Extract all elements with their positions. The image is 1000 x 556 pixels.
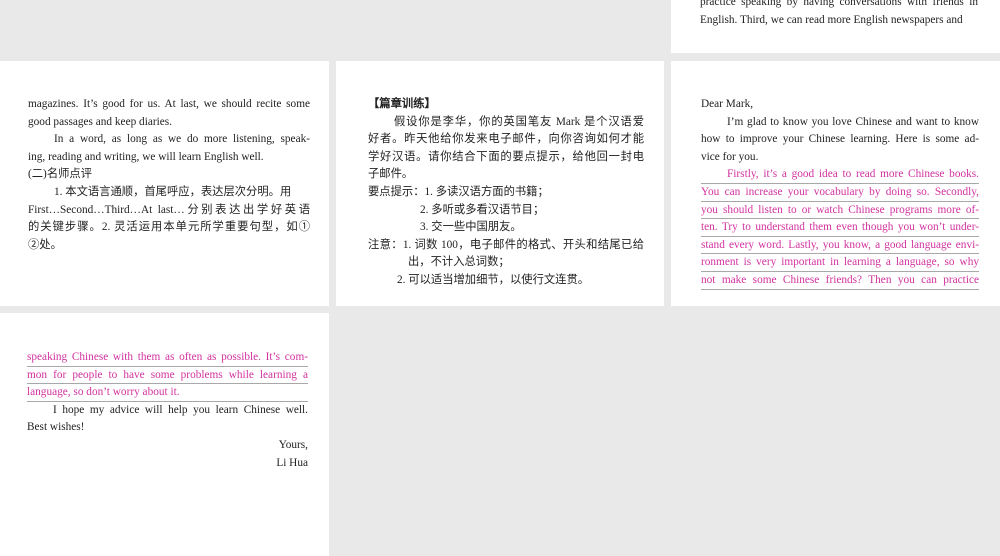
text-line: ②处。 xyxy=(28,238,62,251)
highlighted-text-line: mon for people to have some problems whi… xyxy=(27,367,308,385)
text-line: 2. 多听或多看汉语节目； xyxy=(420,203,545,216)
highlighted-text-line: stand every word. Lastly, you know, a go… xyxy=(701,237,979,255)
highlighted-text-line: not make some Chinese friends? Then you … xyxy=(701,272,979,290)
text-line: First…Second…Third…At last…分别表达出学好英语 xyxy=(28,203,310,216)
text-line: 子邮件。 xyxy=(368,168,414,181)
text-line: I’m glad to know you love Chinese and wa… xyxy=(727,115,979,128)
text-line: magazines. It’s good for us. At last, we… xyxy=(28,98,310,110)
text-line: I hope my advice will help you learn Chi… xyxy=(53,403,308,416)
text-line: 2. 可以适当增加细节，以使行文连贯。 xyxy=(397,273,590,286)
text-line: 出，不计入总词数； xyxy=(408,256,510,269)
text-line: how to improve your Chinese learning. He… xyxy=(701,133,979,146)
slide-letter-start[interactable]: Dear Mark, I’m glad to know you love Chin… xyxy=(671,61,1000,306)
slide-text: practice speaking by having conversation… xyxy=(700,0,978,29)
text-line: vice for you. xyxy=(701,150,759,163)
text-line: In a word, as long as we do more listeni… xyxy=(54,133,310,146)
text-line: Li Hua xyxy=(276,456,308,469)
text-line: Best wishes! xyxy=(27,421,85,434)
slide-essay-conclusion[interactable]: magazines. It’s good for us. At last, we… xyxy=(0,61,329,306)
slide-chapter-practice[interactable]: 【篇章训练】假设你是李华，你的英国笔友 Mark 是个汉语爱好者。昨天他给你发来… xyxy=(336,61,664,306)
highlighted-text-line: speaking Chinese with them as often as p… xyxy=(27,349,308,367)
text-line: 注意：1. 词数 100，电子邮件的格式、开头和结尾已给 xyxy=(368,238,644,251)
text-line: 1. 本文语言通顺，首尾呼应，表达层次分明。用 xyxy=(54,185,292,198)
slide-text: speaking Chinese with them as often as p… xyxy=(27,349,308,472)
highlighted-text-line: you should listen to or watch Chinese pr… xyxy=(701,202,979,220)
text-line: 3. 交一些中国朋友。 xyxy=(420,221,522,234)
text-line: good passages and keep diaries. xyxy=(28,115,172,128)
text-line: practice speaking by having conversation… xyxy=(700,0,978,8)
highlighted-text-line: ten. Try to understand them even though … xyxy=(701,219,979,237)
slide-text: 【篇章训练】假设你是李华，你的英国笔友 Mark 是个汉语爱好者。昨天他给你发来… xyxy=(368,96,644,290)
highlighted-text-line: You can increase your vocabulary by doin… xyxy=(701,184,979,202)
slide-essay-end-top[interactable]: practice speaking by having conversation… xyxy=(671,0,1000,53)
text-line: Dear Mark, xyxy=(701,98,754,110)
text-line: Yours, xyxy=(278,438,308,451)
text-line: 【篇章训练】 xyxy=(368,98,436,110)
text-line: (二)名师点评 xyxy=(28,168,93,181)
highlighted-text-line: ronment is very important in learning a … xyxy=(701,254,979,272)
slide-text: Dear Mark, I’m glad to know you love Chin… xyxy=(701,96,979,290)
highlighted-text-line: language, so don’t worry about it. xyxy=(27,384,308,402)
text-line: 要点提示：1. 多读汉语方面的书籍； xyxy=(368,185,549,198)
text-line: 的关键步骤。2. 灵活运用本单元所学重要句型，如① xyxy=(28,221,310,234)
slide-text: magazines. It’s good for us. At last, we… xyxy=(28,96,310,254)
text-line: English. Third, we can read more English… xyxy=(700,13,963,26)
text-line: 假设你是李华，你的英国笔友 Mark 是个汉语爱 xyxy=(394,115,644,128)
text-line: 好者。昨天他给你发来电子邮件，向你咨询如何才能 xyxy=(368,133,644,146)
highlighted-text-line: Firstly, it’s a good idea to read more C… xyxy=(701,166,979,184)
slide-letter-end[interactable]: speaking Chinese with them as often as p… xyxy=(0,313,329,556)
text-line: ing, reading and writing, we will learn … xyxy=(28,150,264,163)
text-line: 学好汉语。请你结合下面的要点提示，给他回一封电 xyxy=(368,150,644,163)
